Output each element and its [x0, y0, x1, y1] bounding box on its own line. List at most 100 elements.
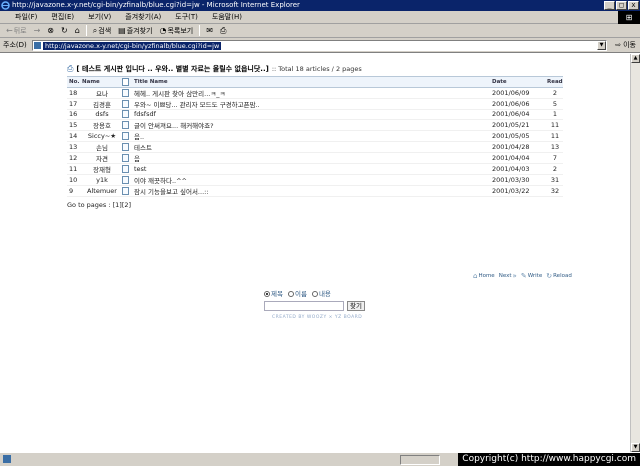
- search-option-content[interactable]: 내용: [311, 288, 331, 298]
- mail-button[interactable]: ✉: [204, 25, 215, 37]
- row-title[interactable]: 테스트: [134, 141, 492, 153]
- back-label: 뒤로: [13, 26, 27, 35]
- row-author[interactable]: 자견: [82, 152, 122, 164]
- search-submit-button[interactable]: 찾기: [347, 301, 365, 311]
- history-button[interactable]: ◔ 목록보기: [157, 25, 195, 37]
- menu-tools[interactable]: 도구(T): [168, 11, 205, 24]
- row-author[interactable]: Siccy~★: [82, 130, 122, 142]
- table-row[interactable]: 9 Altemuer 잠시 기능을보고 싶어서...:: 2001/03/22 32: [67, 185, 563, 197]
- search-button[interactable]: ⌕ 검색: [91, 25, 113, 37]
- row-no: 13: [67, 141, 82, 153]
- column-date: Date: [492, 76, 547, 88]
- table-row[interactable]: 18 요나 헤헤.. 게시판 찾아 삼만리...ㅋ_ㅋ 2001/06/09 2: [67, 87, 563, 99]
- row-author[interactable]: dsfs: [82, 109, 122, 120]
- menu-help[interactable]: 도움말(H): [205, 11, 249, 24]
- search-label: 검색: [98, 26, 112, 35]
- scroll-up-button[interactable]: ▲: [631, 54, 640, 63]
- table-row[interactable]: 14 Siccy~★ 음.. 2001/05/05 11: [67, 130, 563, 142]
- table-row[interactable]: 16 dsfs fdsfsdf 2001/06/04 1: [67, 109, 563, 120]
- post-table: No. Name Title Name Date Read 18 요나 헤헤.. 게…: [67, 76, 563, 197]
- row-title[interactable]: fdsfsdf: [134, 109, 492, 120]
- row-read-count: 5: [547, 98, 563, 110]
- row-author[interactable]: 장재형: [82, 163, 122, 175]
- go-arrow-icon: ⇨: [615, 41, 622, 49]
- stop-button[interactable]: ⊗: [45, 25, 56, 37]
- print-icon: ⎙: [219, 25, 227, 35]
- menu-view[interactable]: 보기(V): [81, 11, 118, 24]
- forward-button[interactable]: →: [32, 25, 43, 37]
- address-input[interactable]: http://javazone.x-y.net/cgi-bin/yzfinalb…: [32, 40, 607, 51]
- radio-content[interactable]: [311, 291, 318, 297]
- row-author[interactable]: 손님: [82, 141, 122, 153]
- next-link-label: Next: [498, 273, 512, 279]
- row-author[interactable]: 요나: [82, 87, 122, 99]
- history-label: 목록보기: [167, 26, 194, 35]
- board-nav-icons: ⌂ Home Next» ✎ Write ↻ Reload: [473, 272, 572, 280]
- table-row[interactable]: 15 장용호 글이 안써져요... 해커해야죠? 2001/05/21 11: [67, 119, 563, 131]
- page-icon: [34, 42, 41, 49]
- home-button[interactable]: ⌂: [73, 25, 82, 37]
- search-row: 찾기: [264, 301, 374, 311]
- search-option-title[interactable]: 제목: [264, 288, 283, 298]
- write-link[interactable]: ✎ Write: [521, 272, 542, 280]
- row-title[interactable]: 음: [134, 152, 492, 164]
- table-row[interactable]: 10 y1k 이야 깨끗하다..^^ 2001/03/30 31: [67, 174, 563, 186]
- table-row[interactable]: 13 손님 테스트 2001/04/28 13: [67, 141, 563, 153]
- row-title[interactable]: 헤헤.. 게시판 찾아 삼만리...ㅋ_ㅋ: [134, 87, 492, 99]
- row-author[interactable]: y1k: [82, 174, 122, 186]
- back-button[interactable]: ← 뒤로: [4, 25, 29, 37]
- row-no: 16: [67, 109, 82, 120]
- page-links[interactable]: [1][2]: [113, 201, 131, 209]
- menu-file[interactable]: 파일(F): [8, 11, 44, 24]
- address-dropdown-button[interactable]: ▼: [597, 41, 606, 50]
- table-row[interactable]: 17 김경훈 우와~ 이쁘당... 관리자 모드도 구경하고픈맘.. 2001/06/…: [67, 98, 563, 110]
- favorites-button[interactable]: ▤ 즐겨찾기: [116, 25, 154, 37]
- row-no: 18: [67, 87, 82, 99]
- row-author[interactable]: 장용호: [82, 119, 122, 131]
- menu-edit[interactable]: 편집(E): [44, 11, 81, 24]
- row-title[interactable]: 이야 깨끗하다..^^: [134, 174, 492, 186]
- radio-title[interactable]: [264, 291, 270, 297]
- document-icon: [122, 153, 129, 162]
- row-read-count: 11: [547, 130, 563, 142]
- refresh-button[interactable]: ↻: [59, 25, 70, 37]
- write-link-label: Write: [527, 273, 543, 279]
- refresh-icon: ↻: [61, 25, 68, 35]
- board-total: :: Total 18 articles / 2 pages: [271, 64, 362, 73]
- row-author[interactable]: Altemuer: [82, 185, 122, 197]
- board-container: ⎙ [ 테스트 게시판 입니다 .. 우와.. 별별 자료는 올릴수 없읍니닷.…: [67, 63, 563, 209]
- row-icon: [122, 185, 134, 197]
- radio-name[interactable]: [287, 291, 294, 297]
- close-button[interactable]: x: [628, 1, 639, 10]
- scroll-down-button[interactable]: ▼: [631, 443, 640, 452]
- home-link[interactable]: ⌂ Home: [473, 272, 495, 280]
- row-no: 12: [67, 152, 82, 164]
- search-option-content-label: 내용: [318, 290, 331, 298]
- minimize-button[interactable]: _: [604, 1, 615, 10]
- row-title[interactable]: 음..: [134, 130, 492, 142]
- row-author[interactable]: 김경훈: [82, 98, 122, 110]
- column-read: Read: [547, 76, 563, 88]
- search-input[interactable]: [264, 301, 344, 311]
- next-link[interactable]: Next»: [499, 272, 517, 280]
- row-read-count: 2: [547, 87, 563, 99]
- printer-icon[interactable]: ⎙: [67, 64, 73, 74]
- vertical-scrollbar[interactable]: ▲ ▼: [630, 54, 640, 452]
- print-button[interactable]: ⎙: [218, 25, 228, 37]
- go-button[interactable]: ⇨ 이동: [615, 40, 636, 51]
- board-header: ⎙ [ 테스트 게시판 입니다 .. 우와.. 별별 자료는 올릴수 없읍니닷.…: [67, 63, 563, 74]
- reload-link[interactable]: ↻ Reload: [546, 272, 572, 280]
- table-row[interactable]: 11 장재형 test 2001/04/03 2: [67, 163, 563, 175]
- document-icon: [122, 142, 129, 151]
- row-title[interactable]: 우와~ 이쁘당... 관리자 모드도 구경하고픈맘..: [134, 98, 492, 110]
- table-row[interactable]: 12 자견 음 2001/04/04 7: [67, 152, 563, 164]
- copyright-watermark: Copyright(c) http://www.happycgi.com: [458, 453, 640, 466]
- home-nav-icon: ⌂: [473, 272, 478, 280]
- column-icon: [122, 76, 134, 88]
- maximize-button[interactable]: □: [616, 1, 627, 10]
- row-title[interactable]: 글이 안써져요... 해커해야죠?: [134, 119, 492, 131]
- row-title[interactable]: 잠시 기능을보고 싶어서...::: [134, 185, 492, 197]
- row-title[interactable]: test: [134, 163, 492, 175]
- search-option-name[interactable]: 이름: [287, 288, 307, 298]
- menu-favorites[interactable]: 즐겨찾기(A): [118, 11, 168, 24]
